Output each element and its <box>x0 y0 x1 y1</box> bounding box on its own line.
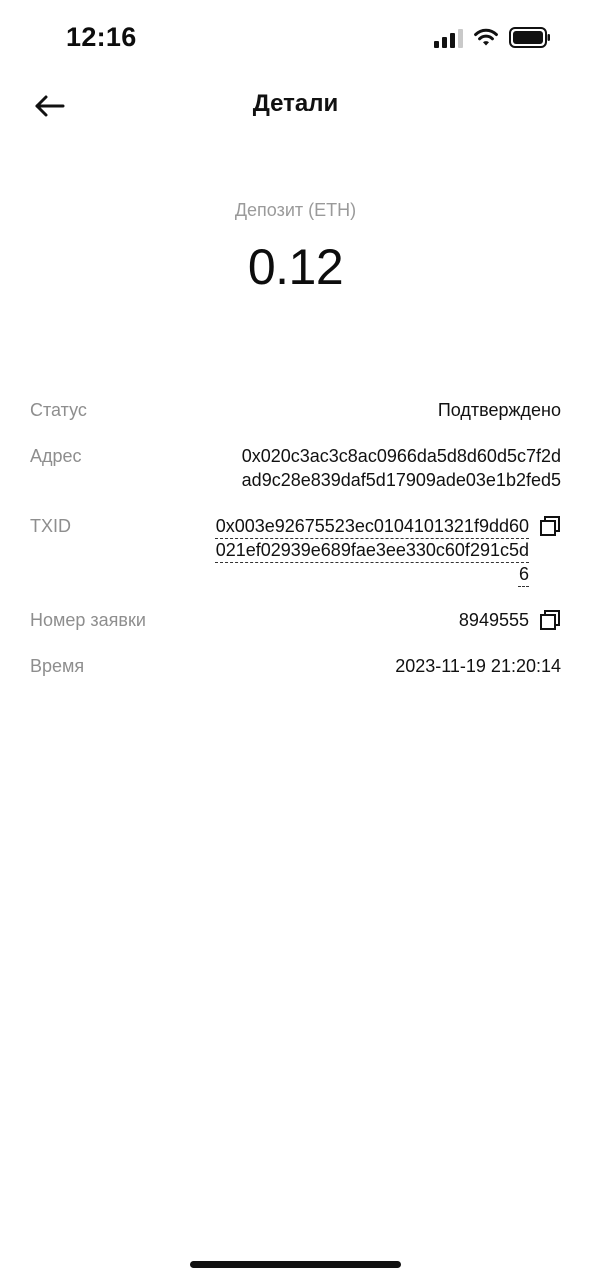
detail-row-time: Время 2023-11-19 21:20:14 <box>30 654 561 678</box>
page-title: Детали <box>252 90 339 117</box>
status-bar: 12:16 <box>0 0 591 78</box>
detail-row-txid: TXID 0x003e92675523ec0104101321f9dd60021… <box>30 514 561 586</box>
txid-link[interactable]: 0x003e92675523ec0104101321f9dd60021ef029… <box>211 514 529 586</box>
txid-label: TXID <box>30 516 72 536</box>
status-label: Статус <box>30 400 87 420</box>
time-label: Время <box>30 656 85 676</box>
address-value: 0x020c3ac3c8ac0966da5d8d60d5c7f2dad9c28e… <box>241 446 561 490</box>
home-indicator <box>190 1261 401 1268</box>
wifi-icon <box>474 28 498 46</box>
time-value: 2023-11-19 21:20:14 <box>395 656 561 676</box>
order-number-value-group: 8949555 <box>459 608 561 632</box>
status-time: 12:16 <box>66 22 137 52</box>
copy-icon[interactable] <box>539 515 561 537</box>
txid-value-group: 0x003e92675523ec0104101321f9dd60021ef029… <box>211 514 561 586</box>
transaction-amount: 0.12 <box>247 239 344 295</box>
header: Детали <box>0 80 591 132</box>
status-icons <box>434 27 551 48</box>
copy-icon[interactable] <box>539 609 561 631</box>
details-list: Статус Подтверждено Адрес 0x020c3ac3c8ac… <box>30 398 561 700</box>
status-value: Подтверждено <box>437 400 561 420</box>
order-number-label: Номер заявки <box>30 610 146 630</box>
address-label: Адрес <box>30 446 82 466</box>
cellular-signal-icon <box>434 28 463 48</box>
detail-row-address: Адрес 0x020c3ac3c8ac0966da5d8d60d5c7f2da… <box>30 444 561 492</box>
detail-row-status: Статус Подтверждено <box>30 398 561 422</box>
transaction-type-label: Депозит (ETH) <box>234 200 357 220</box>
detail-row-order-number: Номер заявки 8949555 <box>30 608 561 632</box>
order-number-value: 8949555 <box>458 610 529 630</box>
battery-icon <box>509 27 550 48</box>
